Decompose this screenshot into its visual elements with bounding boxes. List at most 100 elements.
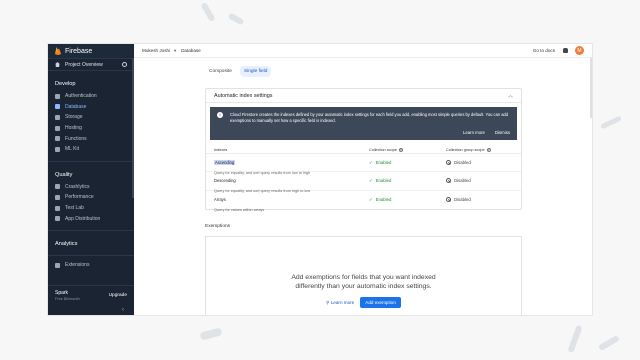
bell-icon[interactable] [563,48,568,53]
sidebar-item-database[interactable]: Database [48,102,134,113]
check-icon: ✓ [369,196,373,202]
status-label: Enabled [375,160,392,166]
sidebar-item-ml-kit[interactable]: ML Kit [48,144,134,155]
sidebar-item-label: App Distribution [65,215,101,222]
help-icon[interactable]: ? [486,147,491,152]
exemptions-card: Add exemptions for fields that you want … [205,236,522,315]
sidebar-item-functions[interactable]: Functions [48,133,134,144]
sidebar-item-crashlytics[interactable]: Crashlytics [48,182,134,193]
chevron-up-icon[interactable]: ︿ [508,92,513,99]
status-label: Enabled [375,197,392,203]
home-icon [55,62,60,67]
tab-composite[interactable]: Composite [205,66,236,77]
section-analytics-title[interactable]: Analytics [48,231,134,251]
sidebar-item-test-lab[interactable]: Test Lab [48,203,134,214]
status-label: Disabled [454,160,471,166]
people-icon [55,93,60,99]
sidebar-item-label: Hosting [65,125,82,132]
index-description: Query for values within arrays [214,207,265,212]
storage-icon [55,114,60,120]
breadcrumb: Database [181,48,201,53]
info-banner: i Cloud Firestore creates the indexes de… [210,107,517,140]
functions-icon [55,136,60,142]
app-distribution-icon [55,216,60,222]
firebase-console-window: Firebase Project Overview Develop Authen… [48,44,592,315]
column-header-label: Collection group scope [446,147,485,152]
card-title: Automatic index settings [214,92,273,99]
project-selector[interactable]: Mukesh Joshi [142,48,170,53]
crashlytics-icon [55,184,60,190]
sidebar-item-storage[interactable]: Storage [48,112,134,123]
info-icon: i [217,112,223,118]
plan-name: Spark [55,289,69,296]
background-decoration [599,115,623,130]
sidebar-item-performance[interactable]: Performance [48,192,134,203]
sidebar-item-extensions[interactable]: Extensions [48,260,134,271]
background-decoration [199,327,223,341]
link-label: Learn more [330,299,355,305]
index-name: Arrays [214,196,226,202]
group-scope-status[interactable]: Disabled [446,160,513,166]
tab-single-field[interactable]: Single field [239,66,272,77]
sidebar: Firebase Project Overview Develop Authen… [48,44,134,315]
project-overview-item[interactable]: Project Overview [48,58,134,71]
upgrade-button[interactable]: Upgrade [109,293,127,298]
collection-scope-status[interactable]: ✓ Enabled [369,197,446,203]
plan-price: Free $0/month [55,296,80,301]
column-header: Collection scope ? [369,147,446,152]
index-name: Descending [214,177,236,183]
background-decoration [200,1,216,23]
collection-scope-status[interactable]: ✓ Enabled [369,178,446,184]
index-name: Ascending [214,159,236,165]
exemptions-message: Add exemptions for fields that you want … [291,274,436,290]
background-decoration [227,12,245,26]
sidebar-item-label: Authentication [65,93,97,100]
top-bar: Mukesh Joshi ▼ Database Go to docs M [134,44,592,58]
sidebar-header[interactable]: Firebase [48,44,134,58]
exemptions-learn-more-link[interactable]: ⚲ Learn more [326,300,354,306]
gear-icon[interactable] [122,62,127,67]
disabled-icon [446,197,451,203]
main-content: Mukesh Joshi ▼ Database Go to docs M Com… [134,44,592,315]
group-scope-status[interactable]: Disabled [446,197,513,203]
test-lab-icon [55,205,60,211]
sidebar-divider [48,254,134,256]
chevron-down-icon[interactable]: ▼ [173,48,177,53]
dismiss-button[interactable]: Dismiss [495,130,510,136]
table-row: Arrays Query for values within arrays ✓ E… [206,191,521,212]
sidebar-item-authentication[interactable]: Authentication [48,91,134,102]
group-scope-status[interactable]: Disabled [446,178,513,184]
performance-icon [55,194,60,200]
sidebar-item-hosting[interactable]: Hosting [48,123,134,134]
exemptions-title: Exemptions [205,224,231,229]
sidebar-item-app-distribution[interactable]: App Distribution [48,213,134,224]
add-exemption-button[interactable]: Add exemption [360,297,401,308]
status-label: Disabled [454,197,471,203]
status-label: Disabled [454,178,471,184]
section-develop-title: Develop [55,81,76,87]
collection-scope-status[interactable]: ✓ Enabled [369,160,446,166]
project-overview-label: Project Overview [65,61,103,68]
learn-more-link[interactable]: Learn more [463,130,485,136]
background-decoration [567,324,583,354]
section-quality-title: Quality [55,171,73,178]
banner-text: Cloud Firestore creates the indexes defi… [230,112,509,123]
sidebar-item-label: Storage [65,114,83,121]
brand-name: Firebase [65,47,93,55]
sidebar-item-label: Crashlytics [65,183,90,190]
check-icon: ✓ [369,159,373,165]
disabled-icon [446,178,451,184]
card-header[interactable]: Automatic index settings ︿ [206,89,521,103]
collapse-sidebar-icon[interactable]: ‹ [122,307,124,313]
background-decoration [597,334,621,352]
help-icon[interactable]: ? [398,147,403,152]
avatar[interactable]: M [575,46,584,55]
check-icon: ✓ [369,177,373,183]
hosting-icon [55,125,60,131]
sidebar-item-label: ML Kit [65,146,79,153]
main-scrollbar[interactable] [590,58,592,118]
plan-footer: Spark Free $0/month Upgrade [48,285,134,304]
status-label: Enabled [375,178,392,184]
disabled-icon [446,160,451,166]
go-to-docs-link[interactable]: Go to docs [533,48,555,53]
